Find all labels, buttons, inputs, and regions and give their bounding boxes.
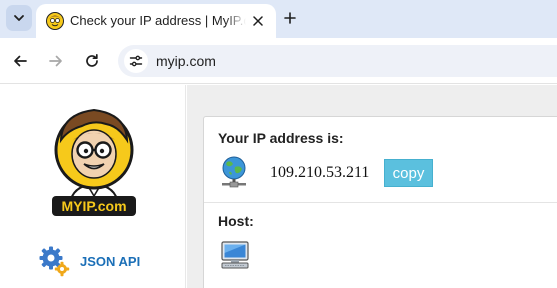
url-text[interactable]: myip.com — [156, 53, 216, 69]
logo-text: MYIP.com — [61, 198, 126, 214]
copy-button[interactable]: copy — [384, 159, 433, 187]
forward-button[interactable] — [45, 50, 67, 72]
arrow-left-icon — [14, 55, 27, 67]
tab-search-button[interactable] — [6, 5, 32, 31]
site-info-button[interactable] — [124, 49, 148, 73]
tab-strip: Check your IP address | MyIP.com — [0, 0, 557, 38]
plus-icon — [284, 12, 296, 24]
myip-logo[interactable]: MYIP.com — [48, 100, 140, 218]
reload-icon — [86, 53, 98, 67]
json-api-link[interactable]: JSON API — [38, 245, 140, 277]
ip-info-panel: Your IP address is: 109.210.53.211 copy … — [203, 116, 557, 288]
back-button[interactable] — [9, 50, 31, 72]
new-tab-button[interactable] — [280, 8, 300, 28]
chevron-down-icon — [14, 15, 24, 21]
monitor-icon — [221, 241, 249, 269]
ip-heading: Your IP address is: — [218, 130, 344, 146]
section-divider — [204, 202, 557, 203]
arrow-right-icon — [49, 55, 62, 67]
close-icon — [253, 16, 263, 26]
globe-network-icon — [222, 156, 246, 188]
myip-mascot-logo-icon: MYIP.com — [52, 108, 136, 216]
tune-icon — [129, 55, 143, 67]
myip-face-favicon-icon — [46, 12, 64, 30]
host-heading: Host: — [218, 213, 254, 229]
reload-button[interactable] — [81, 50, 103, 72]
gears-icon — [39, 246, 70, 277]
active-tab[interactable]: Check your IP address | MyIP.com — [36, 4, 276, 38]
browser-toolbar: myip.com — [0, 38, 557, 84]
ip-address-value: 109.210.53.211 — [270, 164, 370, 181]
page-content: MYIP.com JSON API Your IP address is: 10… — [0, 85, 557, 288]
address-bar[interactable]: myip.com — [118, 45, 557, 77]
tab-close-button[interactable] — [250, 13, 266, 29]
tab-title: Check your IP address | MyIP.com — [70, 13, 246, 28]
sidebar: MYIP.com JSON API — [0, 85, 186, 288]
json-api-label[interactable]: JSON API — [80, 254, 140, 269]
